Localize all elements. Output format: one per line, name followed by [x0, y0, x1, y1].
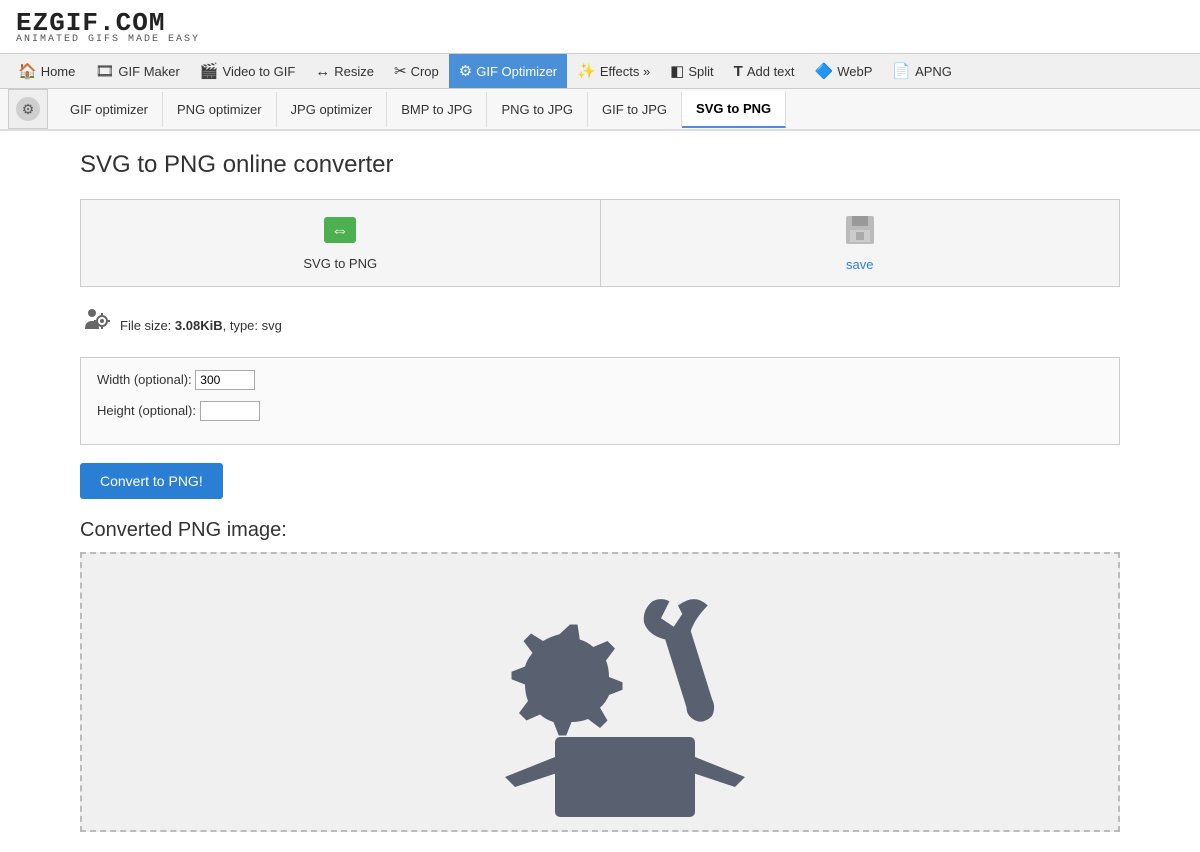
nav-item-gif-maker[interactable]: 🎞 GIF Maker [85, 54, 189, 88]
nav-label-apng: APNG [915, 64, 952, 79]
file-info-row: File size: 3.08KiB, type: svg [80, 307, 1120, 343]
home-icon: 🏠 [18, 62, 37, 80]
main-content: SVG to PNG online converter ⇔ SVG to PNG [0, 131, 1200, 852]
file-size: 3.08KiB [175, 318, 223, 333]
main-navbar: 🏠 Home 🎞 GIF Maker 🎬 Video to GIF ↔ Resi… [0, 54, 1200, 89]
nav-label-split: Split [688, 64, 713, 79]
svg-text:⚙: ⚙ [22, 101, 35, 117]
subnav-label-png-to-jpg: PNG to JPG [501, 102, 573, 117]
gif-maker-icon: 🎞 [95, 62, 114, 80]
nav-item-video-to-gif[interactable]: 🎬 Video to GIF [190, 54, 305, 88]
subnav-logo: ⚙ [8, 89, 48, 129]
save-action-btn[interactable]: save [601, 200, 1120, 286]
height-option-row: Height (optional): [97, 401, 1103, 426]
sub-navbar: ⚙ GIF optimizer PNG optimizer JPG optimi… [0, 89, 1200, 131]
width-input[interactable] [195, 370, 255, 390]
save-btn-label: save [846, 257, 873, 272]
video-to-gif-icon: 🎬 [200, 62, 219, 80]
subnav-label-jpg-optimizer: JPG optimizer [291, 102, 373, 117]
logo-text-sub: ANIMATED GIFS MADE EASY [16, 34, 200, 45]
subnav-item-gif-to-jpg[interactable]: GIF to JPG [588, 92, 682, 127]
nav-label-effects: Effects » [600, 64, 650, 79]
svg-to-png-btn-icon: ⇔ [322, 215, 358, 252]
subnav-item-png-optimizer[interactable]: PNG optimizer [163, 92, 277, 127]
apng-icon: 📄 [892, 62, 911, 80]
gif-optimizer-icon: ⚙ [459, 62, 472, 80]
convert-button[interactable]: Convert to PNG! [80, 463, 223, 499]
subnav-label-svg-to-png: SVG to PNG [696, 101, 771, 116]
preview-image [440, 562, 760, 822]
svg-to-png-action-btn[interactable]: ⇔ SVG to PNG [81, 200, 601, 286]
height-label: Height (optional): [97, 403, 196, 418]
add-text-icon: T [734, 63, 743, 80]
width-option-row: Width (optional): [97, 370, 1103, 395]
subnav-label-gif-to-jpg: GIF to JPG [602, 102, 667, 117]
webp-icon: 🔷 [815, 62, 834, 80]
subnav-label-bmp-to-jpg: BMP to JPG [401, 102, 472, 117]
nav-item-apng[interactable]: 📄 APNG [882, 54, 962, 88]
nav-label-resize: Resize [334, 64, 374, 79]
nav-item-crop[interactable]: ✂ Crop [384, 54, 449, 88]
subnav-item-bmp-to-jpg[interactable]: BMP to JPG [387, 92, 487, 127]
image-preview [80, 552, 1120, 832]
site-logo[interactable]: EZGIF.COM ANIMATED GIFS MADE EASY [16, 8, 200, 45]
file-thumb-icon [80, 307, 110, 343]
subnav-item-jpg-optimizer[interactable]: JPG optimizer [277, 92, 388, 127]
width-label: Width (optional): [97, 372, 192, 387]
nav-label-home: Home [41, 64, 76, 79]
nav-label-add-text: Add text [747, 64, 795, 79]
subnav-item-svg-to-png[interactable]: SVG to PNG [682, 91, 786, 128]
subnav-item-gif-optimizer[interactable]: GIF optimizer [56, 92, 163, 127]
nav-label-crop: Crop [411, 64, 439, 79]
options-box: Width (optional): Height (optional): [80, 357, 1120, 445]
nav-item-split[interactable]: ◧ Split [660, 54, 723, 88]
file-info-text: File size: 3.08KiB, type: svg [120, 318, 282, 333]
svg-to-png-btn-label: SVG to PNG [303, 256, 377, 271]
height-input[interactable] [200, 401, 260, 421]
svg-text:⇔: ⇔ [331, 220, 349, 240]
nav-item-webp[interactable]: 🔷 WebP [805, 54, 883, 88]
crop-icon: ✂ [394, 62, 407, 80]
converted-section-title: Converted PNG image: [80, 519, 1120, 542]
nav-label-gif-optimizer: GIF Optimizer [476, 64, 557, 79]
nav-item-resize[interactable]: ↔ Resize [305, 55, 384, 88]
action-row: ⇔ SVG to PNG save [80, 199, 1120, 287]
nav-item-add-text[interactable]: T Add text [724, 55, 805, 88]
subnav-item-png-to-jpg[interactable]: PNG to JPG [487, 92, 588, 127]
save-btn-icon [844, 214, 876, 253]
nav-label-webp: WebP [837, 64, 872, 79]
subnav-label-gif-optimizer: GIF optimizer [70, 102, 148, 117]
nav-item-effects[interactable]: ✨ Effects » [567, 54, 660, 88]
subnav-label-png-optimizer: PNG optimizer [177, 102, 262, 117]
nav-label-gif-maker: GIF Maker [118, 64, 179, 79]
nav-item-gif-optimizer[interactable]: ⚙ GIF Optimizer [449, 54, 567, 88]
split-icon: ◧ [670, 62, 684, 80]
nav-item-home[interactable]: 🏠 Home [8, 54, 85, 88]
effects-icon: ✨ [577, 62, 596, 80]
page-title: SVG to PNG online converter [80, 151, 1120, 179]
resize-icon: ↔ [315, 63, 330, 80]
nav-label-video-to-gif: Video to GIF [223, 64, 296, 79]
